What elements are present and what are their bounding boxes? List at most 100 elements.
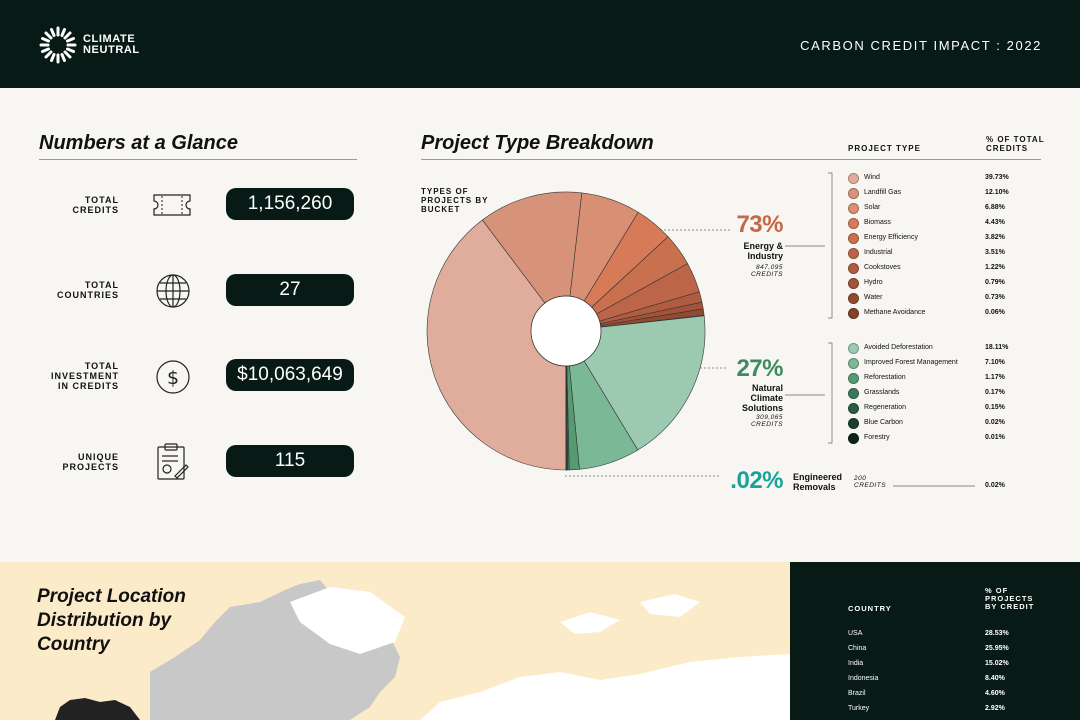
stat-value-unique-projects: 115 bbox=[226, 445, 354, 477]
globe-icon bbox=[156, 274, 190, 308]
brand-line-2: NEUTRAL bbox=[83, 44, 140, 56]
legend-row: Methane Avoidance 0.06% bbox=[848, 306, 1018, 321]
stat-label-total-investment: TOTAL INVESTMENT IN CREDITS bbox=[50, 361, 119, 391]
legend-row: Grasslands 0.17% bbox=[848, 386, 1018, 401]
col-header-country: COUNTRY bbox=[848, 604, 892, 613]
removals-legend-pct: 0.02% bbox=[985, 482, 1005, 489]
country-pct: 2.92% bbox=[985, 705, 1005, 712]
country-pct: 8.40% bbox=[985, 675, 1005, 682]
bucket-removals-credits: 200 CREDITS bbox=[854, 475, 887, 489]
legend-swatch bbox=[848, 278, 859, 289]
country-pct: 28.53% bbox=[985, 630, 1009, 637]
legend-type-name: Cookstoves bbox=[864, 264, 901, 271]
country-table-panel: COUNTRY % OF PROJECTS BY CREDIT USA 28.53… bbox=[790, 562, 1080, 720]
country-name: Turkey bbox=[848, 705, 870, 712]
clipboard-icon bbox=[157, 443, 189, 480]
legend-type-pct: 12.10% bbox=[985, 189, 1009, 196]
legend-row: Forestry 0.01% bbox=[848, 431, 1018, 446]
country-row: Brazil 4.60% bbox=[848, 690, 1048, 705]
country-name: India bbox=[848, 660, 864, 667]
col-header-pct-total-credits: % OF TOTAL CREDITS bbox=[986, 135, 1045, 153]
legend-type-name: Biomass bbox=[864, 219, 891, 226]
top-header: CLIMATE NEUTRAL CARBON CREDIT IMPACT : 2… bbox=[0, 0, 1080, 88]
legend-swatch bbox=[848, 293, 859, 304]
legend-swatch bbox=[848, 403, 859, 414]
bucket-energy-credits: 847,095 CREDITS bbox=[750, 264, 783, 278]
climate-neutral-logo bbox=[39, 26, 77, 64]
legend-type-pct: 18.11% bbox=[985, 344, 1009, 351]
legend-swatch bbox=[848, 373, 859, 384]
legend-type-name: Wind bbox=[864, 174, 880, 181]
legend-type-pct: 0.01% bbox=[985, 434, 1005, 441]
brand-name: CLIMATE NEUTRAL bbox=[83, 34, 140, 56]
glance-title: Numbers at a Glance bbox=[39, 132, 238, 154]
legend-type-pct: 1.17% bbox=[985, 374, 1005, 381]
legend-swatch bbox=[848, 418, 859, 429]
legend-swatch bbox=[848, 308, 859, 319]
legend-type-name: Avoided Deforestation bbox=[864, 344, 933, 351]
legend-type-name: Industrial bbox=[864, 249, 893, 256]
legend-type-name: Hydro bbox=[864, 279, 883, 286]
legend-type-pct: 3.82% bbox=[985, 234, 1005, 241]
legend-swatch bbox=[848, 188, 859, 199]
country-row: Turkey 2.92% bbox=[848, 705, 1048, 720]
legend-type-pct: 0.79% bbox=[985, 279, 1005, 286]
bucket-nature-credits: 309,065 CREDITS bbox=[750, 414, 783, 428]
legend-swatch bbox=[848, 358, 859, 369]
stat-value-total-countries: 27 bbox=[226, 274, 354, 306]
legend-row: Water 0.73% bbox=[848, 291, 1018, 306]
legend-type-name: Solar bbox=[864, 204, 881, 211]
legend-type-pct: 0.02% bbox=[985, 419, 1005, 426]
svg-text:$: $ bbox=[167, 367, 179, 389]
legend-row: Solar 6.88% bbox=[848, 201, 1018, 216]
legend-swatch bbox=[848, 173, 859, 184]
bucket-removals-pct: .02% bbox=[730, 467, 783, 494]
legend-row: Cookstoves 1.22% bbox=[848, 261, 1018, 276]
legend-type-pct: 39.73% bbox=[985, 174, 1009, 181]
legend-swatch bbox=[848, 263, 859, 274]
legend-type-name: Reforestation bbox=[864, 374, 906, 381]
ticket-icon bbox=[153, 194, 191, 216]
country-row: India 15.02% bbox=[848, 660, 1048, 675]
bucket-energy-name: Energy & Industry bbox=[743, 241, 783, 261]
legend-row: Wind 39.73% bbox=[848, 171, 1018, 186]
legend-type-name: Forestry bbox=[864, 434, 890, 441]
stat-label-total-countries: TOTAL COUNTRIES bbox=[56, 280, 119, 300]
legend-row: Landfill Gas 12.10% bbox=[848, 186, 1018, 201]
country-name: USA bbox=[848, 630, 863, 637]
legend-type-pct: 0.15% bbox=[985, 404, 1005, 411]
legend-type-pct: 6.88% bbox=[985, 204, 1005, 211]
legend-swatch bbox=[848, 248, 859, 259]
legend-row: Blue Carbon 0.02% bbox=[848, 416, 1018, 431]
col-header-project-type: PROJECT TYPE bbox=[848, 144, 921, 153]
legend-type-name: Improved Forest Management bbox=[864, 359, 958, 366]
legend-swatch bbox=[848, 233, 859, 244]
legend-type-pct: 3.51% bbox=[985, 249, 1005, 256]
legend-row: Improved Forest Management 7.10% bbox=[848, 356, 1018, 371]
country-pct: 15.02% bbox=[985, 660, 1009, 667]
report-title: CARBON CREDIT IMPACT : 2022 bbox=[800, 38, 1042, 53]
legend-type-name: Grasslands bbox=[864, 389, 900, 396]
bucket-energy-pct: 73% bbox=[736, 211, 783, 238]
legend-type-pct: 0.17% bbox=[985, 389, 1005, 396]
legend-type-pct: 0.73% bbox=[985, 294, 1005, 301]
legend-swatch bbox=[848, 343, 859, 354]
legend-type-name: Regeneration bbox=[864, 404, 907, 411]
country-name: Indonesia bbox=[848, 675, 879, 682]
country-name: China bbox=[848, 645, 867, 652]
location-title: Project Location Distribution by Country bbox=[37, 586, 186, 655]
legend-row: Biomass 4.43% bbox=[848, 216, 1018, 231]
legend-type-name: Energy Efficiency bbox=[864, 234, 918, 241]
country-pct: 4.60% bbox=[985, 690, 1005, 697]
legend-swatch bbox=[848, 433, 859, 444]
bucket-nature-pct: 27% bbox=[736, 355, 783, 382]
usa-highlight bbox=[55, 698, 140, 720]
legend-row: Industrial 3.51% bbox=[848, 246, 1018, 261]
legend-type-pct: 4.43% bbox=[985, 219, 1005, 226]
bucket-nature-name: Natural Climate Solutions bbox=[742, 383, 783, 413]
stat-label-unique-projects: UNIQUE PROJECTS bbox=[62, 452, 119, 472]
legend-type-name: Blue Carbon bbox=[864, 419, 903, 426]
legend-swatch bbox=[848, 388, 859, 399]
country-pct: 25.95% bbox=[985, 645, 1009, 652]
breakdown-title: Project Type Breakdown bbox=[421, 132, 654, 154]
